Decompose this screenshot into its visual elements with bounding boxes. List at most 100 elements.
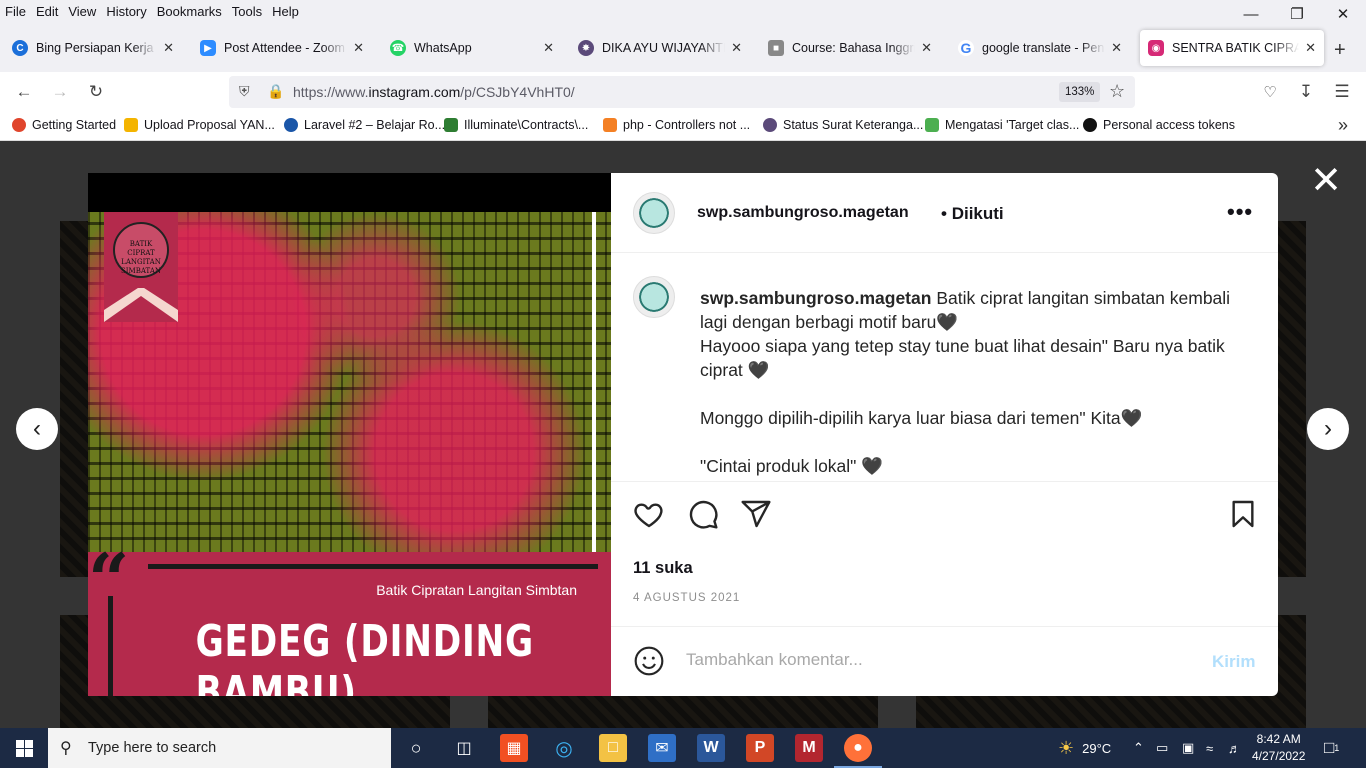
tab-close-icon[interactable]: ✕: [1305, 40, 1316, 56]
back-icon[interactable]: ←: [12, 80, 36, 104]
battery-icon[interactable]: ▭: [1156, 728, 1168, 768]
whatsapp-icon: ☎: [390, 40, 406, 56]
comment-icon[interactable]: [687, 498, 719, 530]
avatar[interactable]: [633, 276, 675, 318]
url-text[interactable]: https://www.instagram.com/p/CSJbY4VhHT0/: [293, 84, 575, 100]
avatar[interactable]: [633, 192, 675, 234]
file-explorer-icon[interactable]: □: [599, 734, 627, 762]
tp-icon: [444, 118, 458, 132]
menu-history[interactable]: History: [101, 4, 151, 19]
next-post-button[interactable]: ›: [1307, 408, 1349, 450]
menu-help[interactable]: Help: [267, 4, 304, 19]
firefox-taskbar-icon[interactable]: ●: [844, 734, 872, 762]
clock-time: 8:42 AM: [1256, 732, 1301, 746]
tab-bing[interactable]: C Bing Persiapan Kerja - Pr ✕: [4, 30, 182, 66]
start-button[interactable]: [0, 728, 48, 768]
url-path: /p/CSJbY4VhHT0/: [460, 84, 575, 100]
menu-bar: File Edit View History Bookmarks Tools H…: [0, 0, 1366, 22]
mail-icon[interactable]: ✉: [648, 734, 676, 762]
bookmark-item[interactable]: Personal access tokens: [1083, 118, 1235, 132]
menu-edit[interactable]: Edit: [31, 4, 63, 19]
pocket-icon[interactable]: ♡: [1258, 80, 1282, 104]
bookmark-item[interactable]: php - Controllers not ...: [603, 118, 750, 132]
bookmark-item[interactable]: Getting Started: [12, 118, 116, 132]
tab-dika[interactable]: ✸ DIKA AYU WIJAYANTI | Sp ✕: [570, 30, 750, 66]
download-icon[interactable]: ↧: [1294, 80, 1318, 104]
more-options-icon[interactable]: •••: [1227, 199, 1253, 225]
follow-status[interactable]: • Diikuti: [941, 204, 1004, 224]
bookmark-item[interactable]: Illuminate\Contracts\...: [444, 118, 588, 132]
zoom-badge[interactable]: 133%: [1059, 82, 1101, 102]
brand-ribbon: BATIK CIPRAT LANGITAN SIMBATAN: [104, 212, 178, 322]
laravel-icon: [284, 118, 298, 132]
lock-icon[interactable]: 🔒: [267, 83, 284, 100]
reload-icon[interactable]: ↻: [84, 80, 108, 104]
menu-bookmarks[interactable]: Bookmarks: [152, 4, 227, 19]
bookmark-label: php - Controllers not ...: [623, 118, 751, 132]
menu-file[interactable]: File: [0, 4, 31, 19]
word-icon[interactable]: W: [697, 734, 725, 762]
tab-whatsapp[interactable]: ☎ WhatsApp ✕: [382, 30, 562, 66]
tab-close-icon[interactable]: ✕: [1111, 40, 1122, 56]
meet-now-icon[interactable]: ▣: [1182, 728, 1194, 768]
tab-zoom[interactable]: ▶ Post Attendee - Zoom ✕: [192, 30, 372, 66]
close-modal-icon[interactable]: ✕: [1308, 162, 1344, 200]
share-icon[interactable]: [740, 498, 772, 530]
tab-close-icon[interactable]: ✕: [543, 40, 554, 56]
cortana-icon[interactable]: ○: [402, 734, 430, 762]
menu-view[interactable]: View: [63, 4, 101, 19]
shield-icon[interactable]: ⛨: [239, 83, 250, 100]
tab-instagram[interactable]: ◉ SENTRA BATIK CIPRAT ✕: [1140, 30, 1324, 66]
bookmarks-overflow-icon[interactable]: »: [1338, 115, 1348, 136]
tray-chevron-up-icon[interactable]: ⌃: [1133, 728, 1144, 768]
tab-close-icon[interactable]: ✕: [731, 40, 742, 56]
save-bookmark-icon[interactable]: [1227, 498, 1259, 530]
image-caption-panel: “ Batik Cipratan Langitan Simbtan GEDEG …: [88, 544, 611, 696]
caption-username[interactable]: swp.sambungroso.magetan: [700, 288, 931, 308]
tab-label: google translate - Penelu: [982, 41, 1105, 55]
comment-input[interactable]: [686, 650, 1166, 670]
post-date[interactable]: 4 AGUSTUS 2021: [633, 592, 740, 604]
emoji-icon[interactable]: [633, 645, 665, 677]
bookmark-item[interactable]: Upload Proposal YAN...: [124, 118, 275, 132]
app-icon[interactable]: M: [795, 734, 823, 762]
weather-sun-icon: ☀: [1058, 737, 1075, 758]
windows-taskbar: ⚲ Type here to search ○ ◫ ▦ ◎ □ ✉ W P M …: [0, 728, 1366, 768]
weather-widget[interactable]: ☀ 29°C: [1058, 728, 1111, 768]
comments-section: swp.sambungroso.magetan Batik ciprat lan…: [611, 254, 1278, 481]
caption-line: [700, 382, 1260, 406]
store-icon[interactable]: ▦: [500, 734, 528, 762]
bookmark-item[interactable]: Mengatasi 'Target clas...: [925, 118, 1079, 132]
menu-tools[interactable]: Tools: [227, 4, 267, 19]
tab-label: Bing Persiapan Kerja - Pr: [36, 41, 157, 55]
taskbar-clock[interactable]: 8:42 AM 4/27/2022: [1252, 731, 1305, 765]
tab-label: SENTRA BATIK CIPRAT: [1172, 41, 1300, 55]
task-view-icon[interactable]: ◫: [450, 734, 478, 762]
bookmark-star-icon[interactable]: ☆: [1109, 81, 1125, 102]
url-bar[interactable]: ⛨ 🔒 https://www.instagram.com/p/CSJbY4Vh…: [229, 76, 1135, 108]
powerpoint-icon[interactable]: P: [746, 734, 774, 762]
send-comment-button[interactable]: Kirim: [1212, 652, 1255, 672]
bookmark-item[interactable]: Status Surat Keteranga...: [763, 118, 923, 132]
forward-icon[interactable]: →: [48, 80, 72, 104]
tab-course[interactable]: ■ Course: Bahasa Inggris Pe ✕: [760, 30, 940, 66]
post-username[interactable]: swp.sambungroso.magetan: [697, 204, 909, 222]
taskbar-search-box[interactable]: ⚲ Type here to search: [48, 728, 391, 768]
tab-close-icon[interactable]: ✕: [353, 40, 364, 56]
heart-icon[interactable]: [633, 498, 665, 530]
instagram-page: ✕ ‹ › BATIK CIPRAT LANGITAN SIMBATAN “ B…: [0, 141, 1366, 728]
wifi-icon[interactable]: ≈: [1206, 728, 1213, 768]
tab-label: Course: Bahasa Inggris Pe: [792, 41, 915, 55]
prev-post-button[interactable]: ‹: [16, 408, 58, 450]
tab-close-icon[interactable]: ✕: [921, 40, 932, 56]
bookmark-item[interactable]: Laravel #2 – Belajar Ro...: [284, 118, 445, 132]
tab-close-icon[interactable]: ✕: [163, 40, 174, 56]
edge-icon[interactable]: ◎: [550, 734, 578, 762]
menu-hamburger-icon[interactable]: ☰: [1330, 80, 1354, 104]
notification-icon[interactable]: □ 1: [1324, 728, 1339, 768]
tab-google[interactable]: G google translate - Penelu ✕: [950, 30, 1130, 66]
like-count[interactable]: 11 suka: [633, 559, 693, 578]
post-image[interactable]: BATIK CIPRAT LANGITAN SIMBATAN “ Batik C…: [88, 173, 611, 696]
new-tab-icon[interactable]: +: [1334, 39, 1346, 62]
volume-icon[interactable]: ♬: [1228, 728, 1241, 768]
